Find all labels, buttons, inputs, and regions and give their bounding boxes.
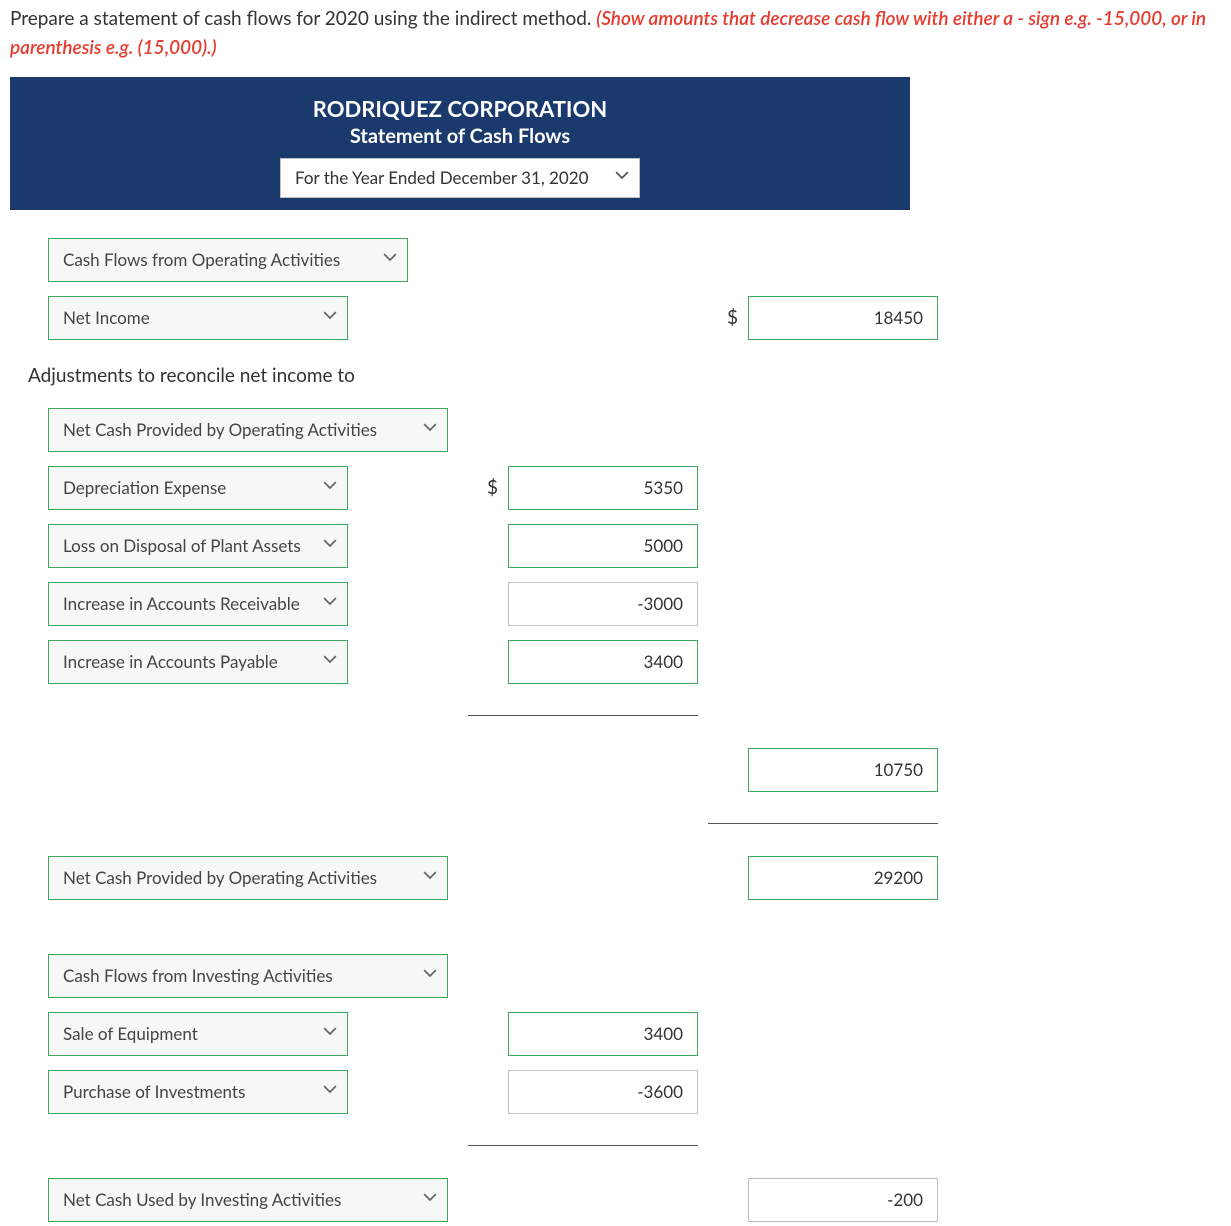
select-purch-inv[interactable]: Purchase of Investments	[48, 1070, 348, 1114]
chevron-down-icon	[423, 871, 437, 885]
input-depreciation[interactable]: 5350	[508, 466, 698, 510]
chevron-down-icon	[323, 655, 337, 669]
dollar-sign: $	[708, 306, 748, 329]
chevron-down-icon	[323, 311, 337, 325]
input-net-income[interactable]: 18450	[748, 296, 938, 340]
select-cfo-header[interactable]: Cash Flows from Operating Activities	[48, 238, 408, 282]
question-prompt: Prepare a statement of cash flows for 20…	[10, 4, 1221, 63]
statement-header: RODRIQUEZ CORPORATION Statement of Cash …	[10, 77, 910, 210]
select-depreciation[interactable]: Depreciation Expense	[48, 466, 348, 510]
select-ncp-oa-label[interactable]: Net Cash Provided by Operating Activitie…	[48, 408, 448, 452]
adjustments-text: Adjustments to reconcile net income to	[28, 364, 468, 387]
chevron-down-icon	[423, 1193, 437, 1207]
input-inc-ar[interactable]: -3000	[508, 582, 698, 626]
select-inc-ap[interactable]: Increase in Accounts Payable	[48, 640, 348, 684]
input-inc-ap[interactable]: 3400	[508, 640, 698, 684]
input-loss-disposal[interactable]: 5000	[508, 524, 698, 568]
dollar-sign: $	[468, 476, 508, 499]
chevron-down-icon	[323, 481, 337, 495]
input-purch-inv[interactable]: -3600	[508, 1070, 698, 1114]
chevron-down-icon	[323, 539, 337, 553]
chevron-down-icon	[615, 171, 629, 185]
company-name: RODRIQUEZ CORPORATION	[10, 95, 910, 122]
select-net-income[interactable]: Net Income	[48, 296, 348, 340]
chevron-down-icon	[323, 1027, 337, 1041]
input-oa-total[interactable]: 29200	[748, 856, 938, 900]
chevron-down-icon	[423, 969, 437, 983]
select-loss-disposal[interactable]: Loss on Disposal of Plant Assets	[48, 524, 348, 568]
period-select[interactable]: For the Year Ended December 31, 2020	[280, 158, 640, 198]
input-adjustments-total[interactable]: 10750	[748, 748, 938, 792]
statement-title: Statement of Cash Flows	[10, 124, 910, 148]
select-sale-equip[interactable]: Sale of Equipment	[48, 1012, 348, 1056]
chevron-down-icon	[323, 597, 337, 611]
chevron-down-icon	[383, 253, 397, 267]
input-sale-equip[interactable]: 3400	[508, 1012, 698, 1056]
period-label: For the Year Ended December 31, 2020	[295, 167, 599, 188]
select-ncp-oa-total[interactable]: Net Cash Provided by Operating Activitie…	[48, 856, 448, 900]
select-inc-ar[interactable]: Increase in Accounts Receivable	[48, 582, 348, 626]
input-inv-total[interactable]: -200	[748, 1178, 938, 1222]
chevron-down-icon	[423, 423, 437, 437]
prompt-text: Prepare a statement of cash flows for 20…	[10, 7, 596, 30]
select-cfi-header[interactable]: Cash Flows from Investing Activities	[48, 954, 448, 998]
chevron-down-icon	[323, 1085, 337, 1099]
select-nc-used-inv[interactable]: Net Cash Used by Investing Activities	[48, 1178, 448, 1222]
